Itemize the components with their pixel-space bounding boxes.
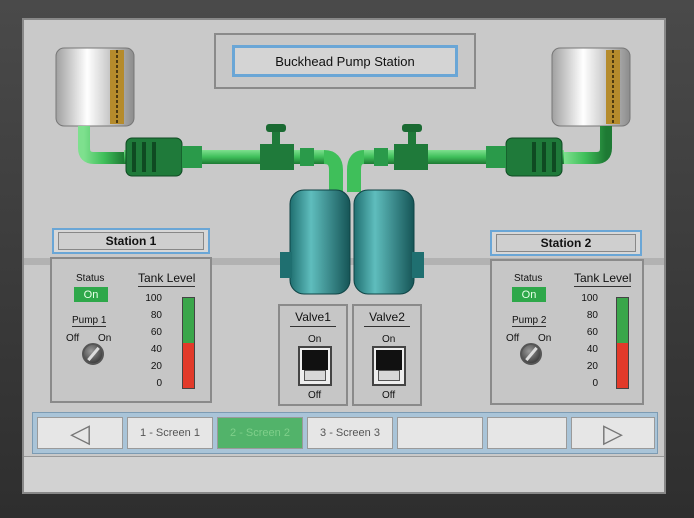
station-2-status-label: Status: [514, 273, 543, 284]
station-2-pump-label: Pump 2: [512, 315, 547, 327]
screen-3-button[interactable]: 3 - Screen 3: [307, 417, 393, 449]
station-1-status-label: Status: [76, 273, 105, 284]
nav-empty-button[interactable]: [397, 417, 483, 449]
station-1-tick: 40: [150, 344, 162, 355]
left-arrow-icon: ◁: [70, 418, 90, 448]
valve-1-title: Valve1: [280, 310, 346, 327]
valve-1-off-label: Off: [308, 390, 322, 401]
station-1-tank-title: Tank Level: [138, 271, 196, 287]
station-2-pump-off: Off: [506, 333, 520, 344]
valve-2-on-label: On: [382, 334, 396, 345]
station-2-pump-selector[interactable]: [520, 343, 542, 365]
screen-1-button[interactable]: 1 - Screen 1: [127, 417, 213, 449]
right-pipe-1: [564, 126, 612, 164]
right-arrow-icon: ▷: [603, 418, 623, 448]
valve-1-switch[interactable]: [298, 346, 332, 386]
station-1-tick: 80: [150, 310, 162, 321]
tank-left: [280, 189, 351, 295]
left-reservoir: [55, 47, 135, 127]
station-2-tank-fill: [617, 343, 628, 388]
valve-2-title: Valve2: [354, 310, 420, 327]
station-2-tick: 100: [581, 293, 598, 304]
switch-paddle: [302, 350, 328, 370]
left-pipe-1: [78, 126, 124, 164]
station-2-tank-upper: [617, 298, 628, 343]
station-1-tank-fill: [183, 343, 194, 388]
station-1-pump-on: On: [98, 333, 112, 344]
left-pipe-3: [323, 150, 343, 192]
valve-1-on-label: On: [308, 334, 322, 345]
station-1-pump-selector[interactable]: [82, 343, 104, 365]
station-2-panel: Status On Pump 2 Off On Tank Level 100 8…: [490, 259, 644, 405]
hmi-screen: Buckhead Pump Station Station 1 Status O…: [22, 18, 666, 494]
next-screen-button[interactable]: ▷: [571, 417, 655, 449]
screen-nav-bar: ◁ 1 - Screen 1 2 - Screen 2 3 - Screen 3…: [32, 412, 658, 454]
nav-empty-button[interactable]: [487, 417, 567, 449]
station-1-pump-label: Pump 1: [72, 315, 107, 327]
station-1-status-badge: On: [74, 287, 108, 302]
title-frame: Buckhead Pump Station: [214, 33, 476, 89]
station-1-tank-level-bar: [182, 297, 195, 389]
station-2-status-badge: On: [512, 287, 546, 302]
station-2-tank-level-bar: [616, 297, 629, 389]
station-2-tank-title: Tank Level: [574, 271, 632, 287]
right-pump: [486, 137, 563, 177]
prev-screen-button[interactable]: ◁: [37, 417, 123, 449]
switch-base: [378, 370, 400, 381]
valve-2-switch[interactable]: [372, 346, 406, 386]
station-1-tank-upper: [183, 298, 194, 343]
station-1-title: Station 1: [58, 232, 204, 250]
left-inline-valve: [260, 124, 314, 170]
station-2-tick: 60: [586, 327, 598, 338]
valve-2-panel: Valve2 On Off: [352, 304, 422, 406]
station-2-pump-on: On: [538, 333, 552, 344]
tank-right: [353, 189, 424, 295]
station-2-title: Station 2: [496, 234, 636, 252]
station-2-tick: 40: [586, 344, 598, 355]
station-1-pump-off: Off: [66, 333, 80, 344]
footer-strip: [24, 456, 664, 492]
station-1-panel: Status On Pump 1 Off On Tank Level 100 8…: [50, 257, 212, 403]
switch-paddle: [376, 350, 402, 370]
left-pump: [125, 137, 202, 177]
page-title: Buckhead Pump Station: [232, 45, 458, 77]
station-1-tick: 20: [150, 361, 162, 372]
station-1-tick: 60: [150, 327, 162, 338]
valve-2-off-label: Off: [382, 390, 396, 401]
station-2-header: Station 2: [490, 230, 642, 256]
right-reservoir: [551, 47, 631, 127]
station-1-header: Station 1: [52, 228, 210, 254]
station-2-tick: 0: [592, 378, 598, 389]
station-2-tick: 80: [586, 310, 598, 321]
right-inline-valve: [374, 124, 428, 170]
valve-1-panel: Valve1 On Off: [278, 304, 348, 406]
station-1-tick: 0: [156, 378, 162, 389]
switch-base: [304, 370, 326, 381]
station-2-tick: 20: [586, 361, 598, 372]
right-pipe-3: [347, 150, 365, 192]
screen-2-button[interactable]: 2 - Screen 2: [217, 417, 303, 449]
station-1-tick: 100: [145, 293, 162, 304]
